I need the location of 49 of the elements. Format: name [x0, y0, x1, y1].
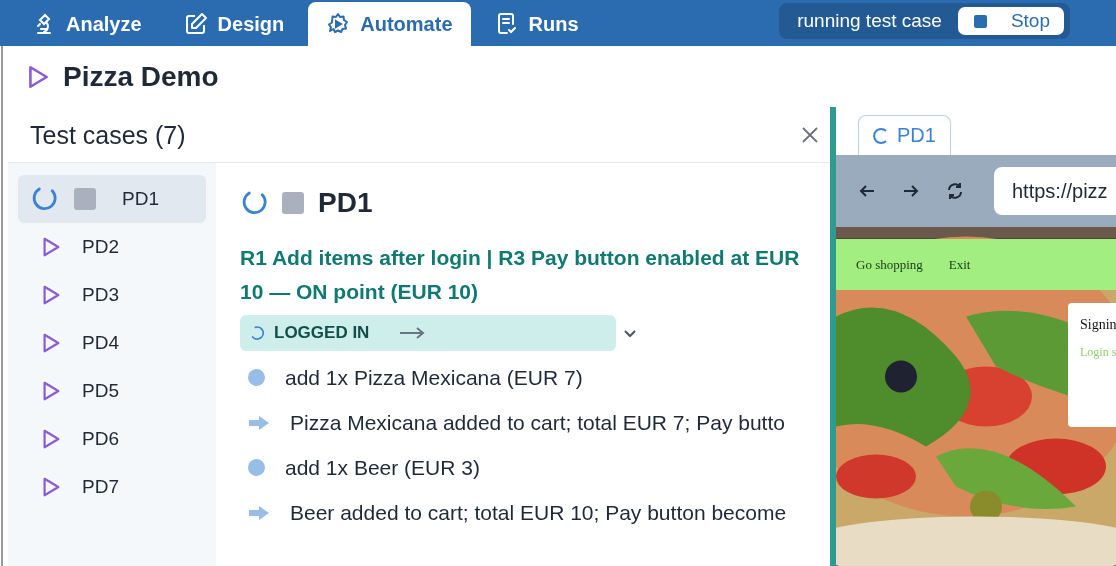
bullet-icon: [248, 369, 265, 386]
play-icon[interactable]: [40, 427, 62, 451]
nav-tab[interactable]: Automate: [308, 2, 471, 46]
arrow-icon: [248, 504, 270, 521]
panel-title: Test cases (7): [30, 120, 186, 150]
edit-icon: [183, 12, 208, 36]
close-icon[interactable]: [800, 125, 820, 145]
requirement-text: R1 Add items after login | R3 Pay button enabled at EUR 10 — ON point (EUR 10): [240, 245, 800, 305]
test-case-item[interactable]: PD6: [18, 415, 206, 463]
dialog-message: Login s: [1080, 345, 1116, 360]
nav-link[interactable]: Go shopping: [856, 256, 923, 273]
spinner-icon: [873, 126, 889, 145]
stop-icon: [973, 14, 987, 28]
test-case-item[interactable]: PD1: [18, 175, 206, 223]
spinner-icon: [240, 189, 268, 217]
settings-icon: [326, 12, 351, 36]
step-text: add 1x Pizza Mexicana (EUR 7): [285, 365, 583, 390]
nav-tab[interactable]: Design: [165, 2, 303, 46]
play-icon[interactable]: [40, 235, 62, 259]
test-case-item[interactable]: PD7: [18, 463, 206, 511]
test-case-item[interactable]: PD4: [18, 319, 206, 367]
arrow-icon: [248, 414, 270, 431]
browser-tab[interactable]: PD1: [858, 115, 951, 155]
play-icon[interactable]: [40, 283, 62, 307]
play-icon[interactable]: [40, 331, 62, 355]
test-case-title: PD1: [318, 187, 373, 219]
spinner-icon: [30, 185, 58, 213]
nav-tab[interactable]: Analyze: [14, 2, 160, 46]
arrow-icon: [399, 327, 426, 339]
reload-icon[interactable]: [946, 182, 964, 200]
status-text: running test case: [797, 10, 942, 32]
stop-button[interactable]: Stop: [957, 7, 1064, 35]
project-title: Pizza Demo: [63, 61, 219, 93]
dialog-title: Signin: [1080, 317, 1116, 333]
nav-tab[interactable]: Runs: [476, 2, 597, 46]
state-label: LOGGED IN: [274, 323, 370, 343]
url-field[interactable]: https://pizz: [994, 167, 1116, 215]
nav-link[interactable]: Exit: [948, 256, 971, 273]
test-case-item[interactable]: PD2: [18, 223, 206, 271]
step-text: Pizza Mexicana added to cart; total EUR 7; Pay butto: [290, 410, 785, 435]
play-icon[interactable]: [40, 475, 62, 499]
spinner-icon: [250, 325, 266, 341]
step-text: Beer added to cart; total EUR 10; Pay button become: [290, 500, 787, 525]
test-case-item[interactable]: PD5: [18, 367, 206, 415]
step-text: add 1x Beer (EUR 3): [285, 455, 480, 480]
bullet-icon: [248, 459, 265, 476]
play-icon[interactable]: [40, 379, 62, 403]
test-case-item[interactable]: PD3: [18, 271, 206, 319]
state-bar[interactable]: LOGGED IN: [240, 315, 616, 351]
